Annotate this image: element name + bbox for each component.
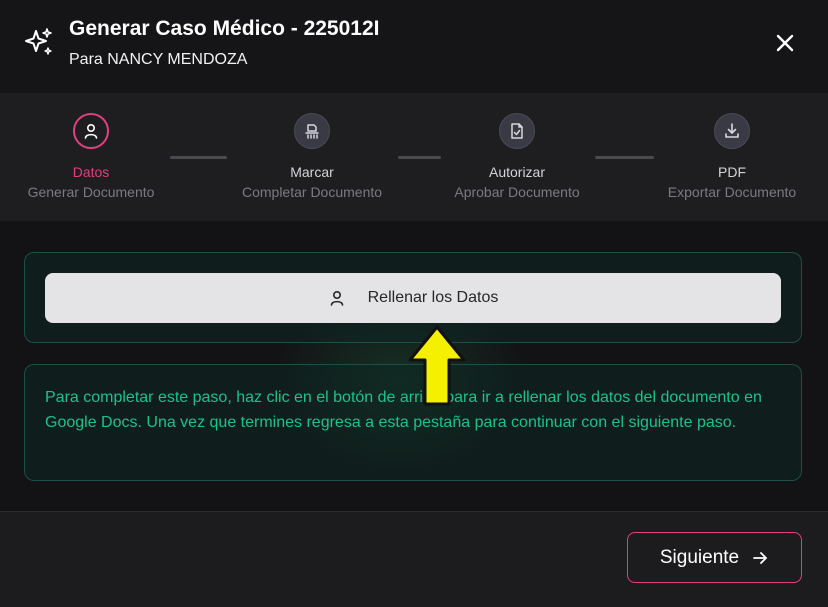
step-datos-user-icon[interactable] — [73, 113, 109, 149]
dialog-header — [0, 0, 828, 93]
arrow-right-icon — [753, 551, 768, 564]
step-marcar-stamp-icon[interactable] — [294, 113, 330, 149]
step-autorizar-label: Autorizar — [488, 164, 546, 180]
dialog-subtitle: Para NANCY MENDOZA — [69, 51, 248, 68]
next-button-label: Siguiente — [659, 546, 740, 568]
step-marcar-label: Marcar — [290, 164, 334, 180]
step-marcar-description: Completar Documento — [241, 184, 383, 200]
close-icon[interactable] — [774, 32, 796, 54]
step-autorizar-file-check-icon[interactable] — [499, 113, 535, 149]
fill-data-button[interactable]: Rellenar los Datos — [45, 273, 781, 323]
step-datos-label: Datos — [72, 164, 110, 180]
step-connector — [398, 156, 441, 159]
arrow-up-icon — [408, 325, 466, 406]
step-pdf-label: PDF — [718, 164, 746, 180]
step-pdf-description: Exportar Documento — [667, 184, 797, 200]
stepper: Datos Generar Documento Marcar Completar… — [0, 93, 828, 221]
step-datos-description: Generar Documento — [27, 184, 155, 200]
next-button[interactable]: Siguiente — [627, 532, 802, 583]
step-autorizar-description: Aprobar Documento — [454, 184, 580, 200]
step-connector — [595, 156, 654, 159]
step-pdf-download-icon[interactable] — [714, 113, 750, 149]
sparkles-icon — [25, 28, 52, 55]
step-connector — [170, 156, 227, 159]
user-icon — [330, 290, 343, 306]
dialog-title: Generar Caso Médico - 225012I — [69, 17, 380, 40]
fill-data-button-label: Rellenar los Datos — [367, 289, 499, 306]
